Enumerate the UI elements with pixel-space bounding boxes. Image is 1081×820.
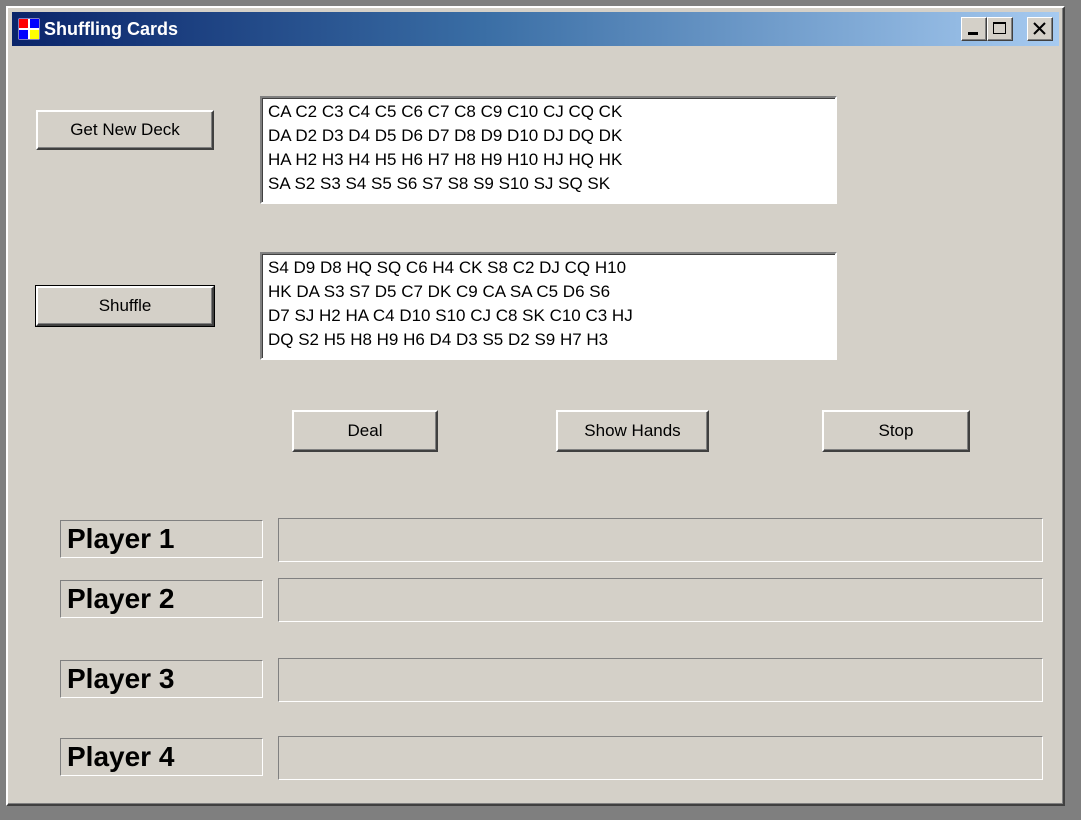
window-title: Shuffling Cards	[44, 19, 178, 39]
shuffled-deck-line: DQ S2 H5 H8 H9 H6 D4 D3 S5 D2 S9 H7 H3	[268, 330, 609, 349]
main-window: Shuffling Cards Get New Deck CA C2 C3 C4…	[6, 6, 1065, 806]
player-1-hand	[278, 518, 1043, 562]
show-hands-button[interactable]: Show Hands	[556, 410, 709, 452]
player-4-hand	[278, 736, 1043, 780]
close-icon	[1033, 22, 1046, 35]
shuffled-deck-line: D7 SJ H2 HA C4 D10 S10 CJ C8 SK C10 C3 H…	[268, 306, 633, 325]
maximize-button[interactable]	[987, 17, 1013, 41]
minimize-button[interactable]	[961, 17, 987, 41]
new-deck-textbox[interactable]: CA C2 C3 C4 C5 C6 C7 C8 C9 C10 CJ CQ CK …	[260, 96, 837, 204]
app-icon	[18, 18, 40, 40]
title-bar[interactable]: Shuffling Cards	[12, 12, 1059, 46]
player-3-hand	[278, 658, 1043, 702]
player-2-label: Player 2	[60, 580, 263, 618]
stop-button[interactable]: Stop	[822, 410, 970, 452]
shuffle-button[interactable]: Shuffle	[35, 285, 215, 327]
player-4-label: Player 4	[60, 738, 263, 776]
player-3-label: Player 3	[60, 660, 263, 698]
new-deck-line: SA S2 S3 S4 S5 S6 S7 S8 S9 S10 SJ SQ SK	[268, 174, 611, 193]
shuffled-deck-line: HK DA S3 S7 D5 C7 DK C9 CA SA C5 D6 S6	[268, 282, 611, 301]
shuffled-deck-line: S4 D9 D8 HQ SQ C6 H4 CK S8 C2 DJ CQ H10	[268, 258, 627, 277]
get-new-deck-button[interactable]: Get New Deck	[36, 110, 214, 150]
new-deck-line: CA C2 C3 C4 C5 C6 C7 C8 C9 C10 CJ CQ CK	[268, 102, 623, 121]
maximize-icon	[993, 22, 1006, 34]
player-1-label: Player 1	[60, 520, 263, 558]
close-button[interactable]	[1027, 17, 1053, 41]
shuffled-deck-textbox[interactable]: S4 D9 D8 HQ SQ C6 H4 CK S8 C2 DJ CQ H10 …	[260, 252, 837, 360]
new-deck-line: HA H2 H3 H4 H5 H6 H7 H8 H9 H10 HJ HQ HK	[268, 150, 623, 169]
deal-button[interactable]: Deal	[292, 410, 438, 452]
new-deck-line: DA D2 D3 D4 D5 D6 D7 D8 D9 D10 DJ DQ DK	[268, 126, 623, 145]
player-2-hand	[278, 578, 1043, 622]
minimize-icon	[968, 32, 978, 35]
